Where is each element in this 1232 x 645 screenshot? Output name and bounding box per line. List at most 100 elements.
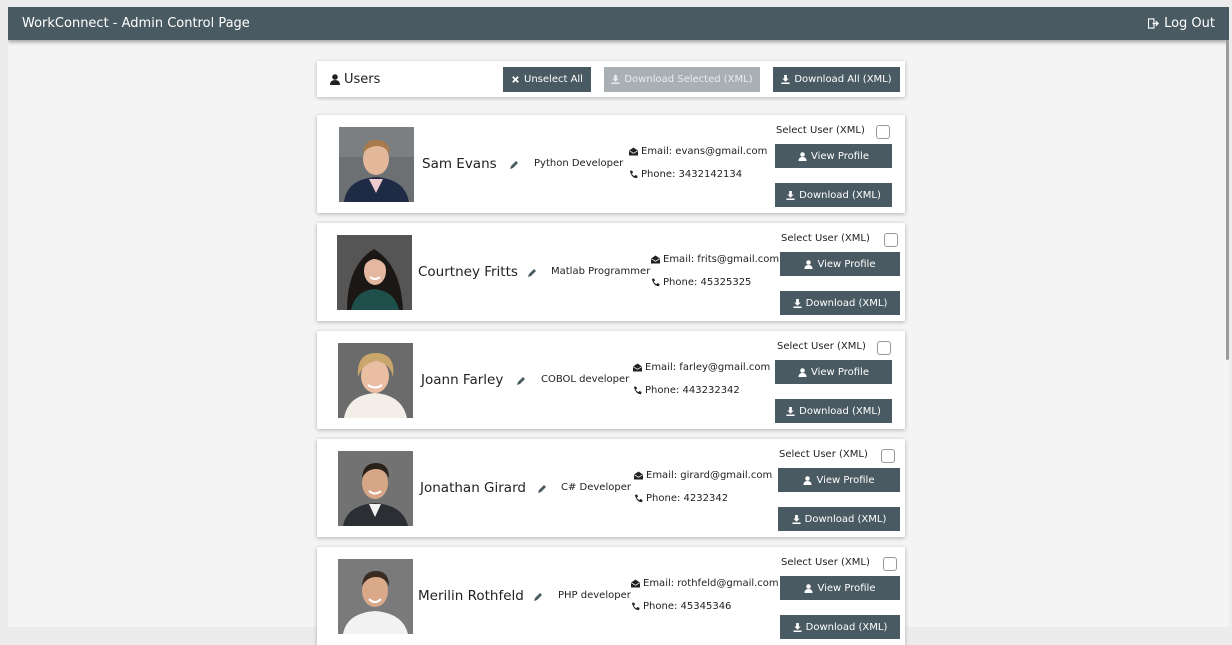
- view-profile-label: View Profile: [810, 366, 869, 378]
- download-icon: [793, 298, 802, 308]
- edit-pencil-icon[interactable]: [516, 376, 526, 386]
- view-profile-button[interactable]: View Profile: [775, 144, 892, 168]
- user-email-text: Email: farley@gmail.com: [645, 362, 771, 373]
- select-user-label: Select User (XML): [781, 557, 870, 568]
- user-card: Courtney Fritts Matlab Programmer Email:…: [317, 223, 905, 321]
- unselect-all-button[interactable]: Unselect All: [503, 67, 591, 92]
- phone-icon: [634, 494, 643, 503]
- user-email-text: Email: evans@gmail.com: [641, 146, 768, 157]
- envelope-icon: [633, 363, 642, 372]
- download-all-button[interactable]: Download All (XML): [773, 67, 900, 92]
- edit-pencil-icon[interactable]: [509, 160, 519, 170]
- user-email: Email: rothfeld@gmail.com: [631, 578, 779, 589]
- download-xml-label: Download (XML): [799, 189, 881, 201]
- view-profile-button[interactable]: View Profile: [775, 360, 892, 384]
- unselect-all-label: Unselect All: [524, 74, 583, 85]
- envelope-icon: [651, 255, 660, 264]
- users-title: Users: [330, 72, 380, 87]
- phone-icon: [631, 602, 640, 611]
- user-email: Email: evans@gmail.com: [629, 146, 767, 157]
- user-phone-text: Phone: 45325325: [663, 277, 752, 288]
- sign-out-icon: [1148, 18, 1160, 29]
- user-email: Email: frits@gmail.com: [651, 254, 779, 265]
- user-role: Matlab Programmer: [551, 266, 651, 277]
- download-xml-button[interactable]: Download (XML): [780, 291, 900, 315]
- select-user-checkbox[interactable]: [881, 449, 895, 463]
- user-card: Sam Evans Python Developer Email: evans@…: [317, 115, 905, 213]
- download-xml-button[interactable]: Download (XML): [775, 399, 892, 423]
- view-profile-button[interactable]: View Profile: [780, 252, 900, 276]
- logout-label: Log Out: [1164, 16, 1215, 31]
- download-xml-button[interactable]: Download (XML): [780, 615, 900, 639]
- user-name: Courtney Fritts: [418, 264, 518, 280]
- user-phone: Phone: 3432142134: [629, 169, 742, 180]
- view-profile-label: View Profile: [816, 474, 875, 486]
- download-icon: [781, 75, 790, 84]
- select-user-label: Select User (XML): [781, 233, 870, 244]
- user-email-text: Email: girard@gmail.com: [646, 470, 773, 481]
- user-email: Email: farley@gmail.com: [633, 362, 770, 373]
- user-icon: [804, 583, 814, 593]
- close-icon: [512, 76, 519, 83]
- select-user-label: Select User (XML): [776, 125, 865, 136]
- user-icon: [798, 151, 807, 161]
- select-user-checkbox[interactable]: [883, 557, 897, 571]
- phone-icon: [629, 170, 638, 179]
- navbar: WorkConnect - Admin Control Page Log Out: [8, 7, 1229, 40]
- scrollbar[interactable]: [1226, 40, 1229, 360]
- user-email: Email: girard@gmail.com: [634, 470, 772, 481]
- user-phone-text: Phone: 45345346: [643, 601, 732, 612]
- edit-pencil-icon[interactable]: [527, 268, 537, 278]
- download-icon: [792, 514, 801, 524]
- user-phone-text: Phone: 3432142134: [641, 169, 743, 180]
- user-role: PHP developer: [558, 590, 631, 601]
- download-xml-label: Download (XML): [805, 297, 888, 309]
- download-selected-label: Download Selected (XML): [624, 74, 753, 85]
- users-toolbar: Users Unselect All Download Selected (XM…: [317, 61, 905, 97]
- download-icon: [611, 75, 620, 84]
- user-icon: [804, 259, 814, 269]
- user-icon: [803, 475, 813, 485]
- download-xml-label: Download (XML): [799, 405, 881, 417]
- user-role: C# Developer: [561, 482, 631, 493]
- view-profile-label: View Profile: [810, 150, 869, 162]
- select-user-label: Select User (XML): [779, 449, 868, 460]
- user-email-text: Email: frits@gmail.com: [663, 254, 780, 265]
- view-profile-button[interactable]: View Profile: [778, 468, 900, 492]
- user-card: Jonathan Girard C# Developer Email: gira…: [317, 439, 905, 537]
- user-phone-text: Phone: 443232342: [645, 385, 740, 396]
- user-name: Jonathan Girard: [420, 480, 526, 496]
- user-card: Joann Farley COBOL developer Email: farl…: [317, 331, 905, 429]
- view-profile-label: View Profile: [817, 258, 876, 270]
- user-icon: [330, 73, 340, 85]
- user-card: Merilin Rothfeld PHP developer Email: ro…: [317, 547, 905, 645]
- app-title: WorkConnect - Admin Control Page: [22, 16, 250, 31]
- envelope-icon: [634, 471, 643, 480]
- user-name: Sam Evans: [422, 156, 497, 172]
- logout-link[interactable]: Log Out: [1148, 16, 1215, 31]
- user-avatar: [338, 343, 413, 418]
- download-selected-button[interactable]: Download Selected (XML): [604, 67, 760, 92]
- download-icon: [793, 622, 802, 632]
- select-user-checkbox[interactable]: [876, 125, 890, 139]
- user-phone: Phone: 443232342: [633, 385, 740, 396]
- user-avatar: [339, 127, 414, 202]
- download-all-label: Download All (XML): [794, 74, 892, 85]
- user-name: Merilin Rothfeld: [418, 588, 524, 604]
- download-icon: [786, 406, 795, 416]
- phone-icon: [633, 386, 642, 395]
- user-phone: Phone: 45325325: [651, 277, 751, 288]
- user-avatar: [338, 559, 413, 634]
- download-xml-button[interactable]: Download (XML): [778, 507, 900, 531]
- select-user-checkbox[interactable]: [884, 233, 898, 247]
- user-email-text: Email: rothfeld@gmail.com: [643, 578, 779, 589]
- select-user-checkbox[interactable]: [877, 341, 891, 355]
- phone-icon: [651, 278, 660, 287]
- user-phone: Phone: 4232342: [634, 493, 728, 504]
- user-phone: Phone: 45345346: [631, 601, 731, 612]
- download-xml-label: Download (XML): [804, 513, 887, 525]
- view-profile-button[interactable]: View Profile: [780, 576, 900, 600]
- edit-pencil-icon[interactable]: [533, 592, 543, 602]
- download-xml-button[interactable]: Download (XML): [775, 183, 892, 207]
- edit-pencil-icon[interactable]: [537, 484, 547, 494]
